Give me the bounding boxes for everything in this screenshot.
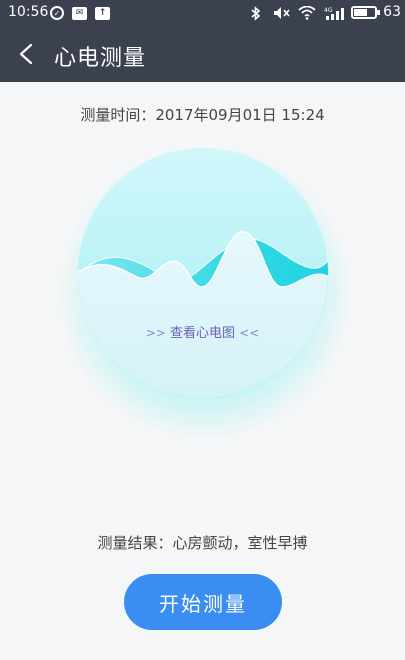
double-chevron-left-icon: << bbox=[239, 326, 260, 340]
double-chevron-right-icon: >> bbox=[145, 326, 166, 340]
view-ecg-link[interactable]: >> 查看心电图 << bbox=[0, 322, 405, 341]
measurement-time: 测量时间：2017年09月01日 15:24 bbox=[80, 106, 325, 124]
status-bar: 10:56 ✓ ✉ ↑ 4G 63 bbox=[0, 0, 405, 26]
page-title: 心电测量 bbox=[54, 46, 147, 71]
chevron-left-icon bbox=[19, 43, 33, 65]
ecg-circle[interactable] bbox=[77, 147, 329, 399]
measurement-result: 测量结果：心房颤动，室性早搏 bbox=[97, 534, 308, 552]
title-bar: 心电测量 bbox=[0, 26, 405, 82]
wifi-icon bbox=[298, 5, 316, 21]
alarm-check-icon: ✓ bbox=[50, 5, 64, 21]
4g-signal-icon: 4G bbox=[324, 5, 346, 21]
battery-tip bbox=[377, 10, 380, 15]
start-measure-button[interactable]: 开始测量 bbox=[124, 574, 282, 630]
battery-icon bbox=[351, 6, 377, 19]
battery-percent: 63 bbox=[383, 4, 401, 20]
mail-icon: ✉ bbox=[72, 5, 87, 21]
bluetooth-icon bbox=[251, 5, 261, 21]
status-time: 10:56 bbox=[8, 4, 49, 20]
back-button[interactable] bbox=[10, 38, 42, 70]
mute-icon bbox=[273, 5, 291, 21]
svg-text:4G: 4G bbox=[324, 7, 333, 14]
view-ecg-label: 查看心电图 bbox=[169, 326, 235, 341]
upload-icon: ↑ bbox=[95, 5, 110, 21]
